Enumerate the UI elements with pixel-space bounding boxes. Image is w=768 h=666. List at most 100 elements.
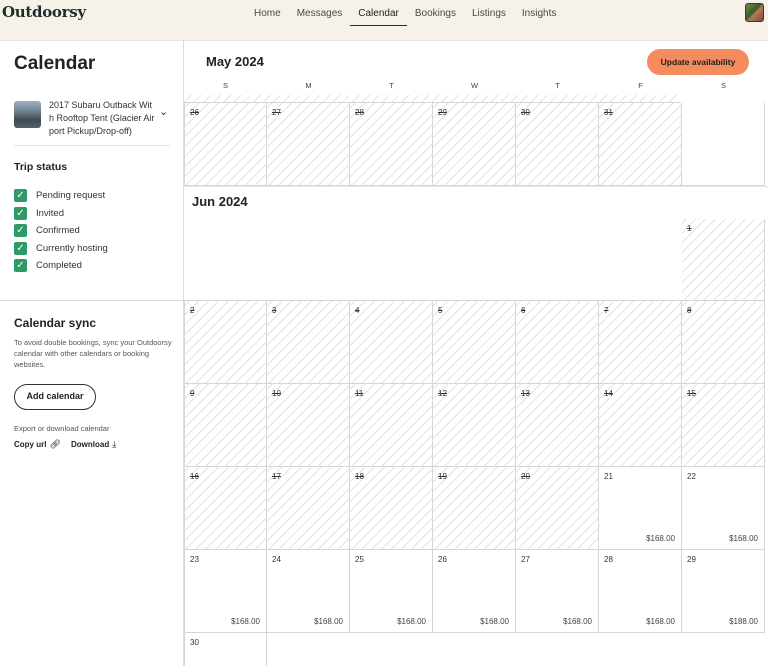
outdoorsy-logo[interactable]: Outdoorsy (2, 3, 86, 21)
chevron-down-icon: ⌄ (159, 106, 169, 118)
day-price: $168.00 (314, 617, 343, 626)
day-number: 7 (604, 306, 609, 315)
calendar-day-cell[interactable]: 19 (433, 467, 516, 550)
calendar-day-cell[interactable]: 5 (433, 301, 516, 384)
download-link[interactable]: Download ⤓ (71, 439, 116, 450)
nav-insights[interactable]: Insights (514, 0, 564, 26)
calendar-day-cell[interactable]: 3 (267, 301, 350, 384)
day-number: 29 (687, 555, 696, 564)
calendar-day-cell[interactable]: 28 (350, 103, 433, 186)
nav-messages[interactable]: Messages (289, 0, 351, 26)
nav-calendar[interactable]: Calendar (350, 0, 407, 26)
calendar-day-cell[interactable]: 1 (682, 219, 765, 301)
day-number: 28 (604, 555, 613, 564)
weekday-label: S (222, 81, 228, 90)
check-icon[interactable]: ✓ (14, 224, 27, 238)
copy-url-link[interactable]: Copy url 🔗︎ (14, 439, 61, 450)
nav-bookings[interactable]: Bookings (407, 0, 464, 26)
listing-thumbnail (14, 101, 41, 128)
day-number: 24 (272, 555, 281, 564)
day-number: 26 (190, 108, 199, 117)
nav-listings[interactable]: Listings (464, 0, 514, 26)
calendar-day-cell[interactable]: 12 (433, 384, 516, 467)
status-hosting[interactable]: ✓ Currently hosting (14, 240, 108, 258)
day-price: $168.00 (646, 534, 675, 543)
day-number: 17 (272, 472, 281, 481)
calendar-day-cell[interactable]: 16 (184, 467, 267, 550)
day-number: 4 (355, 306, 360, 315)
day-price: $168.00 (646, 617, 675, 626)
weekday-label: S (720, 81, 726, 90)
calendar-day-cell[interactable]: 14 (599, 384, 682, 467)
day-number: 14 (604, 389, 613, 398)
calendar-day-cell[interactable]: 8 (682, 301, 765, 384)
calendar-day-cell[interactable]: 22 $168.00 (682, 467, 765, 550)
calendar-day-cell[interactable]: 15 (682, 384, 765, 467)
calendar-day-cell[interactable]: 2 (184, 301, 267, 384)
calendar-day-cell[interactable]: 7 (599, 301, 682, 384)
trip-status-list: ✓ Pending request ✓ Invited ✓ Confirmed ✓ Cu… (14, 187, 108, 275)
calendar-day-cell[interactable]: 6 (516, 301, 599, 384)
day-price: $188.00 (729, 617, 758, 626)
calendar-empty-cell (184, 219, 682, 301)
check-icon[interactable]: ✓ (14, 206, 27, 220)
calendar-day-cell[interactable]: 30 (516, 103, 599, 186)
calendar-day-cell[interactable]: 9 (184, 384, 267, 467)
day-price: $168.00 (563, 617, 592, 626)
check-icon[interactable]: ✓ (14, 241, 27, 255)
calendar-sidebar: Calendar 2017 Subaru Outback With Roofto… (0, 40, 184, 666)
calendar-day-cell[interactable]: 21 $168.00 (599, 467, 682, 550)
day-number: 5 (438, 306, 443, 315)
calendar-day-cell[interactable]: 26 $168.00 (433, 550, 516, 633)
check-icon[interactable]: ✓ (14, 259, 27, 273)
divider (14, 145, 170, 146)
month-title: May 2024 (206, 54, 264, 69)
day-number: 16 (190, 472, 199, 481)
download-icon: ⤓ (112, 439, 117, 449)
calendar-day-cell[interactable]: 27 (267, 103, 350, 186)
listing-name: 2017 Subaru Outback With Rooftop Tent (G… (49, 100, 155, 136)
calendar-day-cell[interactable]: 24 $168.00 (267, 550, 350, 633)
calendar-day-cell[interactable]: 31 (599, 103, 682, 186)
day-price: $168.00 (231, 617, 260, 626)
day-number: 29 (438, 108, 447, 117)
calendar-day-cell[interactable]: 10 (267, 384, 350, 467)
calendar-day-cell[interactable]: 20 (516, 467, 599, 550)
divider (184, 186, 768, 187)
calendar-day-cell[interactable]: 29 $188.00 (682, 550, 765, 633)
page-title: Calendar (14, 53, 96, 74)
check-icon[interactable]: ✓ (14, 189, 27, 203)
listing-selector[interactable]: 2017 Subaru Outback With Rooftop Tent (G… (14, 99, 170, 143)
export-label: Export or download calendar (14, 424, 110, 433)
calendar-day-cell[interactable]: 11 (350, 384, 433, 467)
day-number: 27 (521, 555, 530, 564)
calendar-day-cell[interactable]: 30 (184, 633, 267, 666)
calendar-day-cell[interactable]: 4 (350, 301, 433, 384)
day-number: 9 (190, 389, 195, 398)
calendar-day-cell[interactable]: 26 (184, 103, 267, 186)
calendar-day-cell[interactable]: 13 (516, 384, 599, 467)
status-invited[interactable]: ✓ Invited (14, 205, 108, 223)
calendar-day-cell[interactable]: 27 $168.00 (516, 550, 599, 633)
calendar-day-cell[interactable]: 23 $168.00 (184, 550, 267, 633)
day-number: 22 (687, 472, 696, 481)
calendar-day-cell[interactable]: 17 (267, 467, 350, 550)
calendar-day-cell[interactable]: 28 $168.00 (599, 550, 682, 633)
user-avatar[interactable] (745, 3, 764, 22)
weekday-label: M (305, 81, 312, 90)
nav-home[interactable]: Home (246, 0, 289, 26)
calendar-day-cell[interactable]: 18 (350, 467, 433, 550)
day-price: $168.00 (480, 617, 509, 626)
day-number: 25 (355, 555, 364, 564)
main-nav: Home Messages Calendar Bookings Listings… (246, 0, 564, 28)
add-calendar-button[interactable]: Add calendar (14, 384, 96, 410)
status-pending[interactable]: ✓ Pending request (14, 187, 108, 205)
status-confirmed[interactable]: ✓ Confirmed (14, 222, 108, 240)
calendar-day-cell[interactable]: 29 (433, 103, 516, 186)
link-icon: 🔗︎ (49, 439, 61, 449)
update-availability-button[interactable]: Update availability (647, 49, 749, 75)
day-number: 6 (521, 306, 526, 315)
calendar-day-cell[interactable]: 25 $168.00 (350, 550, 433, 633)
status-completed[interactable]: ✓ Completed (14, 257, 108, 275)
day-number: 23 (190, 555, 199, 564)
